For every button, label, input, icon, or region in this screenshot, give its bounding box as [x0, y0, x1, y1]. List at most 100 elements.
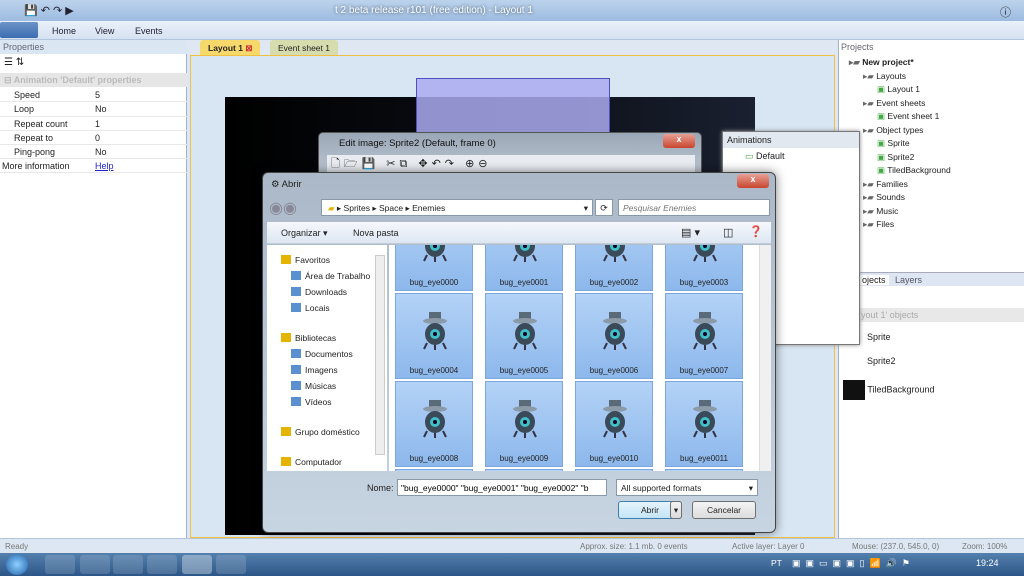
- property-value[interactable]: 1: [95, 119, 100, 129]
- tree-item[interactable]: ▸▰ Families: [863, 179, 908, 190]
- quick-access-icons[interactable]: 💾 ↶ ↷ ▶: [24, 4, 74, 17]
- close-icon[interactable]: ⊠: [245, 43, 252, 53]
- nav-item[interactable]: Locais: [291, 303, 330, 313]
- nav-item[interactable]: Favoritos: [281, 255, 330, 265]
- tree-item[interactable]: ▸▰ Music: [863, 206, 898, 217]
- file-item[interactable]: bug_eye0009: [485, 381, 563, 467]
- property-row[interactable]: Speed 5: [0, 88, 187, 103]
- filename-input[interactable]: [397, 479, 607, 496]
- nav-scrollbar[interactable]: [375, 255, 385, 455]
- object-item[interactable]: TiledBackground: [843, 380, 935, 400]
- file-item[interactable]: bug_eye0006: [575, 293, 653, 379]
- search-input[interactable]: [618, 199, 770, 216]
- file-item[interactable]: bug_eye0011: [665, 381, 743, 467]
- tree-item[interactable]: ▸▰ Event sheets: [863, 98, 925, 109]
- tab-projects[interactable]: ojects: [859, 275, 889, 285]
- view-options-icon[interactable]: ▤ ▾: [681, 226, 700, 239]
- nav-item[interactable]: Grupo doméstico: [281, 427, 360, 437]
- tree-item[interactable]: ▣ Event sheet 1: [877, 111, 939, 122]
- file-item[interactable]: bug_eye0003: [665, 245, 743, 291]
- taskbar-app[interactable]: [113, 555, 143, 574]
- tree-item[interactable]: ▸▰ Files: [863, 219, 894, 230]
- property-value[interactable]: No: [95, 104, 107, 114]
- nav-item[interactable]: Imagens: [291, 365, 338, 375]
- file-item[interactable]: [395, 469, 473, 471]
- property-section[interactable]: ⊟ Animation 'Default' properties: [0, 73, 187, 87]
- file-item[interactable]: bug_eye0007: [665, 293, 743, 379]
- taskbar-construct[interactable]: [182, 555, 212, 574]
- property-value[interactable]: 5: [95, 90, 100, 100]
- taskbar-app2[interactable]: [216, 555, 246, 574]
- tree-item[interactable]: ▸▰ Object types: [863, 125, 923, 136]
- taskbar-explorer[interactable]: [45, 555, 75, 574]
- tree-item[interactable]: ▣ TiledBackground: [877, 165, 951, 176]
- tab-event-sheet-1[interactable]: Event sheet 1: [270, 40, 338, 55]
- tab-layout-1[interactable]: Layout 1 ⊠: [200, 40, 261, 55]
- taskbar-ie[interactable]: [80, 555, 110, 574]
- file-item[interactable]: bug_eye0005: [485, 293, 563, 379]
- file-item[interactable]: bug_eye0000: [395, 245, 473, 291]
- tab-home[interactable]: Home: [52, 26, 76, 36]
- nav-item[interactable]: Documentos: [291, 349, 353, 359]
- help-link[interactable]: Help: [95, 161, 114, 171]
- file-item[interactable]: [485, 469, 563, 471]
- file-item[interactable]: bug_eye0004: [395, 293, 473, 379]
- tab-view[interactable]: View: [95, 26, 114, 36]
- back-forward-buttons[interactable]: ◉◉: [269, 198, 297, 218]
- tree-item[interactable]: ▸▰ Sounds: [863, 192, 905, 203]
- property-row[interactable]: Repeat to 0: [0, 131, 187, 146]
- start-button[interactable]: [6, 554, 28, 575]
- breadcrumb-item[interactable]: Enemies: [412, 203, 445, 213]
- breadcrumb-item[interactable]: Space: [379, 203, 403, 213]
- file-item[interactable]: [665, 469, 743, 471]
- animation-default[interactable]: ▭ Default: [745, 151, 785, 162]
- close-button[interactable]: x: [663, 134, 695, 148]
- tab-events[interactable]: Events: [135, 26, 163, 36]
- object-item[interactable]: Sprite: [867, 332, 891, 342]
- language-indicator[interactable]: PT: [771, 558, 782, 568]
- breadcrumb-item[interactable]: Sprites: [344, 203, 370, 213]
- open-dropdown[interactable]: ▾: [670, 501, 682, 519]
- refresh-button[interactable]: ⟳: [595, 199, 613, 216]
- file-item[interactable]: bug_eye0008: [395, 381, 473, 467]
- tree-item[interactable]: ▣ Sprite2: [877, 152, 914, 163]
- address-bar[interactable]: ▰ ▸ Sprites ▸ Space ▸ Enemies ▾: [321, 199, 593, 216]
- taskbar-chrome[interactable]: [147, 555, 177, 574]
- organize-button[interactable]: Organizar ▾: [281, 228, 328, 239]
- file-item[interactable]: bug_eye0001: [485, 245, 563, 291]
- file-list-scrollbar[interactable]: [759, 245, 771, 471]
- file-type-select[interactable]: All supported formats ▾: [616, 479, 758, 496]
- property-row[interactable]: Loop No: [0, 102, 187, 117]
- tree-item[interactable]: ▸▰ New project*: [849, 57, 914, 68]
- help-icon[interactable]: ⓘ: [1000, 4, 1011, 20]
- cancel-button[interactable]: Cancelar: [692, 501, 756, 519]
- tray-icons[interactable]: ▣▣▭▣▣▯📶🔊⚑: [792, 558, 915, 569]
- close-button[interactable]: x: [737, 174, 769, 188]
- file-item[interactable]: bug_eye0002: [575, 245, 653, 291]
- property-row[interactable]: Repeat count 1: [0, 117, 187, 131]
- tree-item[interactable]: ▣ Layout 1: [877, 84, 920, 95]
- new-folder-button[interactable]: Nova pasta: [353, 228, 399, 238]
- object-item[interactable]: Sprite2: [867, 356, 896, 366]
- tree-item[interactable]: ▸▰ Layouts: [863, 71, 906, 82]
- dropdown-icon[interactable]: ▾: [584, 203, 588, 214]
- tree-item[interactable]: ▣ Sprite: [877, 138, 910, 149]
- image-editor-toolbar[interactable]: 🗋🗁💾 ✂⧉ ✥↶↷ ⊕⊖: [327, 155, 695, 173]
- property-row[interactable]: Ping-pong No: [0, 145, 187, 160]
- property-value[interactable]: No: [95, 147, 107, 157]
- preview-pane-icon[interactable]: ◫: [723, 226, 733, 239]
- sort-icons[interactable]: ☰ ⇅: [4, 57, 24, 68]
- nav-item[interactable]: Músicas: [291, 381, 336, 391]
- file-item[interactable]: bug_eye0010: [575, 381, 653, 467]
- tab-layers[interactable]: Layers: [895, 275, 922, 285]
- file-item[interactable]: [575, 469, 653, 471]
- clock[interactable]: 19:24: [976, 558, 999, 568]
- help-icon[interactable]: ❓: [749, 225, 763, 238]
- nav-item[interactable]: Downloads: [291, 287, 347, 297]
- nav-item[interactable]: Área de Trabalho: [291, 271, 370, 281]
- nav-item[interactable]: Vídeos: [291, 397, 331, 407]
- nav-item[interactable]: Computador: [281, 457, 342, 467]
- app-menu-button[interactable]: [0, 22, 38, 38]
- nav-item[interactable]: Bibliotecas: [281, 333, 336, 343]
- property-value[interactable]: 0: [95, 133, 100, 143]
